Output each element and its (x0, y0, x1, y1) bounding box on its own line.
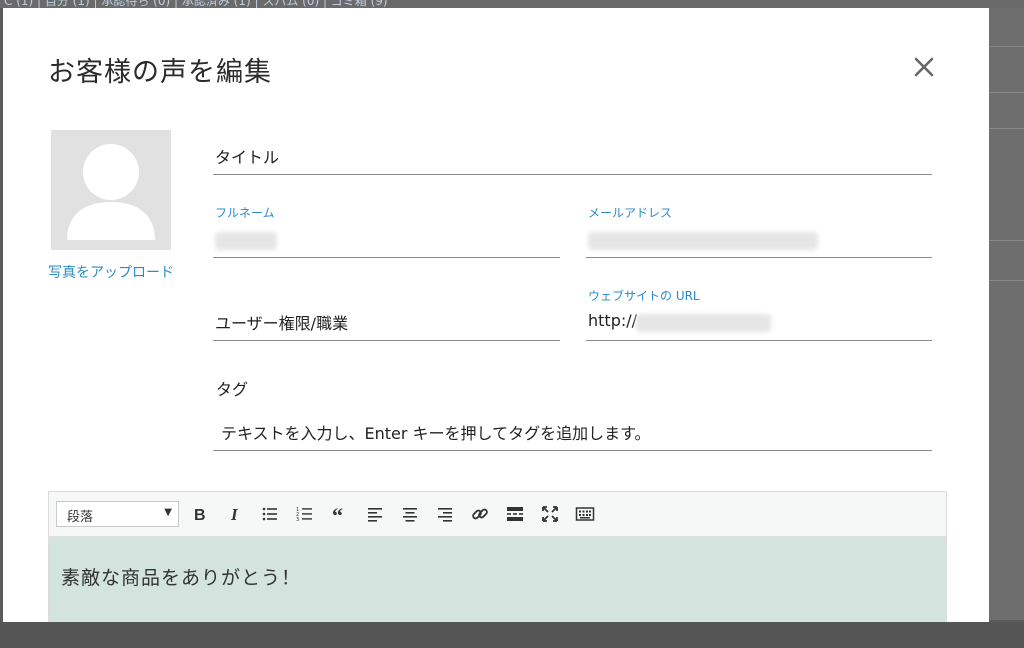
fullscreen-button[interactable] (538, 502, 562, 526)
close-button[interactable] (909, 52, 939, 82)
redacted-email (588, 232, 818, 250)
bold-icon: B (194, 507, 206, 524)
tags-placeholder: テキストを入力し、Enter キーを押してタグを追加します。 (221, 424, 651, 443)
redacted-website (636, 314, 771, 332)
align-left-icon (368, 508, 382, 522)
background-page-header: C (1) | 自分 (1) | 承認待ち (0) | 承認済み (1) | ス… (0, 0, 1024, 8)
align-left-button[interactable] (363, 502, 387, 526)
link-icon (472, 508, 488, 520)
fullscreen-icon (542, 506, 558, 522)
email-field[interactable]: メールアドレス (586, 198, 932, 258)
role-placeholder: ユーザー権限/職業 (215, 314, 349, 333)
modal-title: お客様の声を編集 (48, 57, 272, 88)
background-overlay-bottom (0, 622, 1024, 648)
tags-label: タグ (216, 380, 249, 399)
numbered-list-icon: 1 2 3 (296, 507, 312, 523)
fullname-label: フルネーム (215, 206, 275, 220)
content-editor: 段落 ▼ B I 1 2 3 “ 素敵な商品をありがとう！ (48, 491, 947, 622)
svg-text:3: 3 (296, 517, 299, 523)
read-more-button[interactable] (503, 502, 527, 526)
fullname-field[interactable]: フルネーム (213, 198, 560, 258)
numbered-list-button[interactable]: 1 2 3 (293, 502, 317, 526)
toolbar-toggle-button[interactable] (573, 502, 597, 526)
align-center-icon (403, 508, 417, 522)
format-selected: 段落 (67, 510, 94, 525)
editor-content-area[interactable]: 素敵な商品をありがとう！ (49, 537, 946, 622)
bullet-list-button[interactable] (258, 502, 282, 526)
upload-photo-link[interactable]: 写真をアップロード (47, 260, 175, 286)
website-label: ウェブサイトの URL (588, 289, 700, 303)
italic-button[interactable]: I (223, 502, 247, 526)
link-button[interactable] (468, 502, 492, 526)
website-field[interactable]: ウェブサイトの URL http:// (586, 281, 932, 341)
redacted-fullname (215, 232, 277, 250)
website-value: http:// (588, 311, 638, 330)
align-right-icon (438, 508, 452, 522)
avatar[interactable] (51, 130, 171, 250)
format-select[interactable]: 段落 ▼ (56, 501, 179, 527)
svg-text:B: B (194, 507, 206, 524)
user-placeholder-icon (51, 130, 171, 250)
title-placeholder: タイトル (215, 148, 280, 167)
email-label: メールアドレス (588, 206, 673, 220)
role-input[interactable]: ユーザー権限/職業 (213, 298, 560, 341)
chevron-down-icon: ▼ (164, 507, 172, 518)
bold-button[interactable]: B (188, 502, 212, 526)
close-icon (914, 57, 934, 77)
title-input[interactable]: タイトル (213, 132, 932, 175)
bullet-list-icon (262, 507, 277, 521)
svg-text:I: I (230, 505, 239, 524)
edit-testimonial-modal: お客様の声を編集 写真をアップロード タイトル フルネーム メールアドレス ユー… (3, 8, 989, 622)
blockquote-icon: “ (332, 504, 343, 524)
align-right-button[interactable] (433, 502, 457, 526)
svg-text:“: “ (332, 504, 343, 524)
editor-content-text: 素敵な商品をありがとう！ (61, 567, 302, 589)
background-page-edge (989, 8, 1024, 620)
read-more-icon (507, 507, 523, 521)
editor-toolbar: 段落 ▼ B I 1 2 3 “ (49, 492, 946, 537)
toolbar-toggle-icon (575, 507, 595, 521)
align-center-button[interactable] (398, 502, 422, 526)
tags-input[interactable]: テキストを入力し、Enter キーを押してタグを追加します。 (213, 408, 932, 451)
background-status-links: C (1) | 自分 (1) | 承認待ち (0) | 承認済み (1) | ス… (4, 0, 388, 8)
blockquote-button[interactable]: “ (328, 502, 352, 526)
italic-icon: I (230, 505, 239, 524)
